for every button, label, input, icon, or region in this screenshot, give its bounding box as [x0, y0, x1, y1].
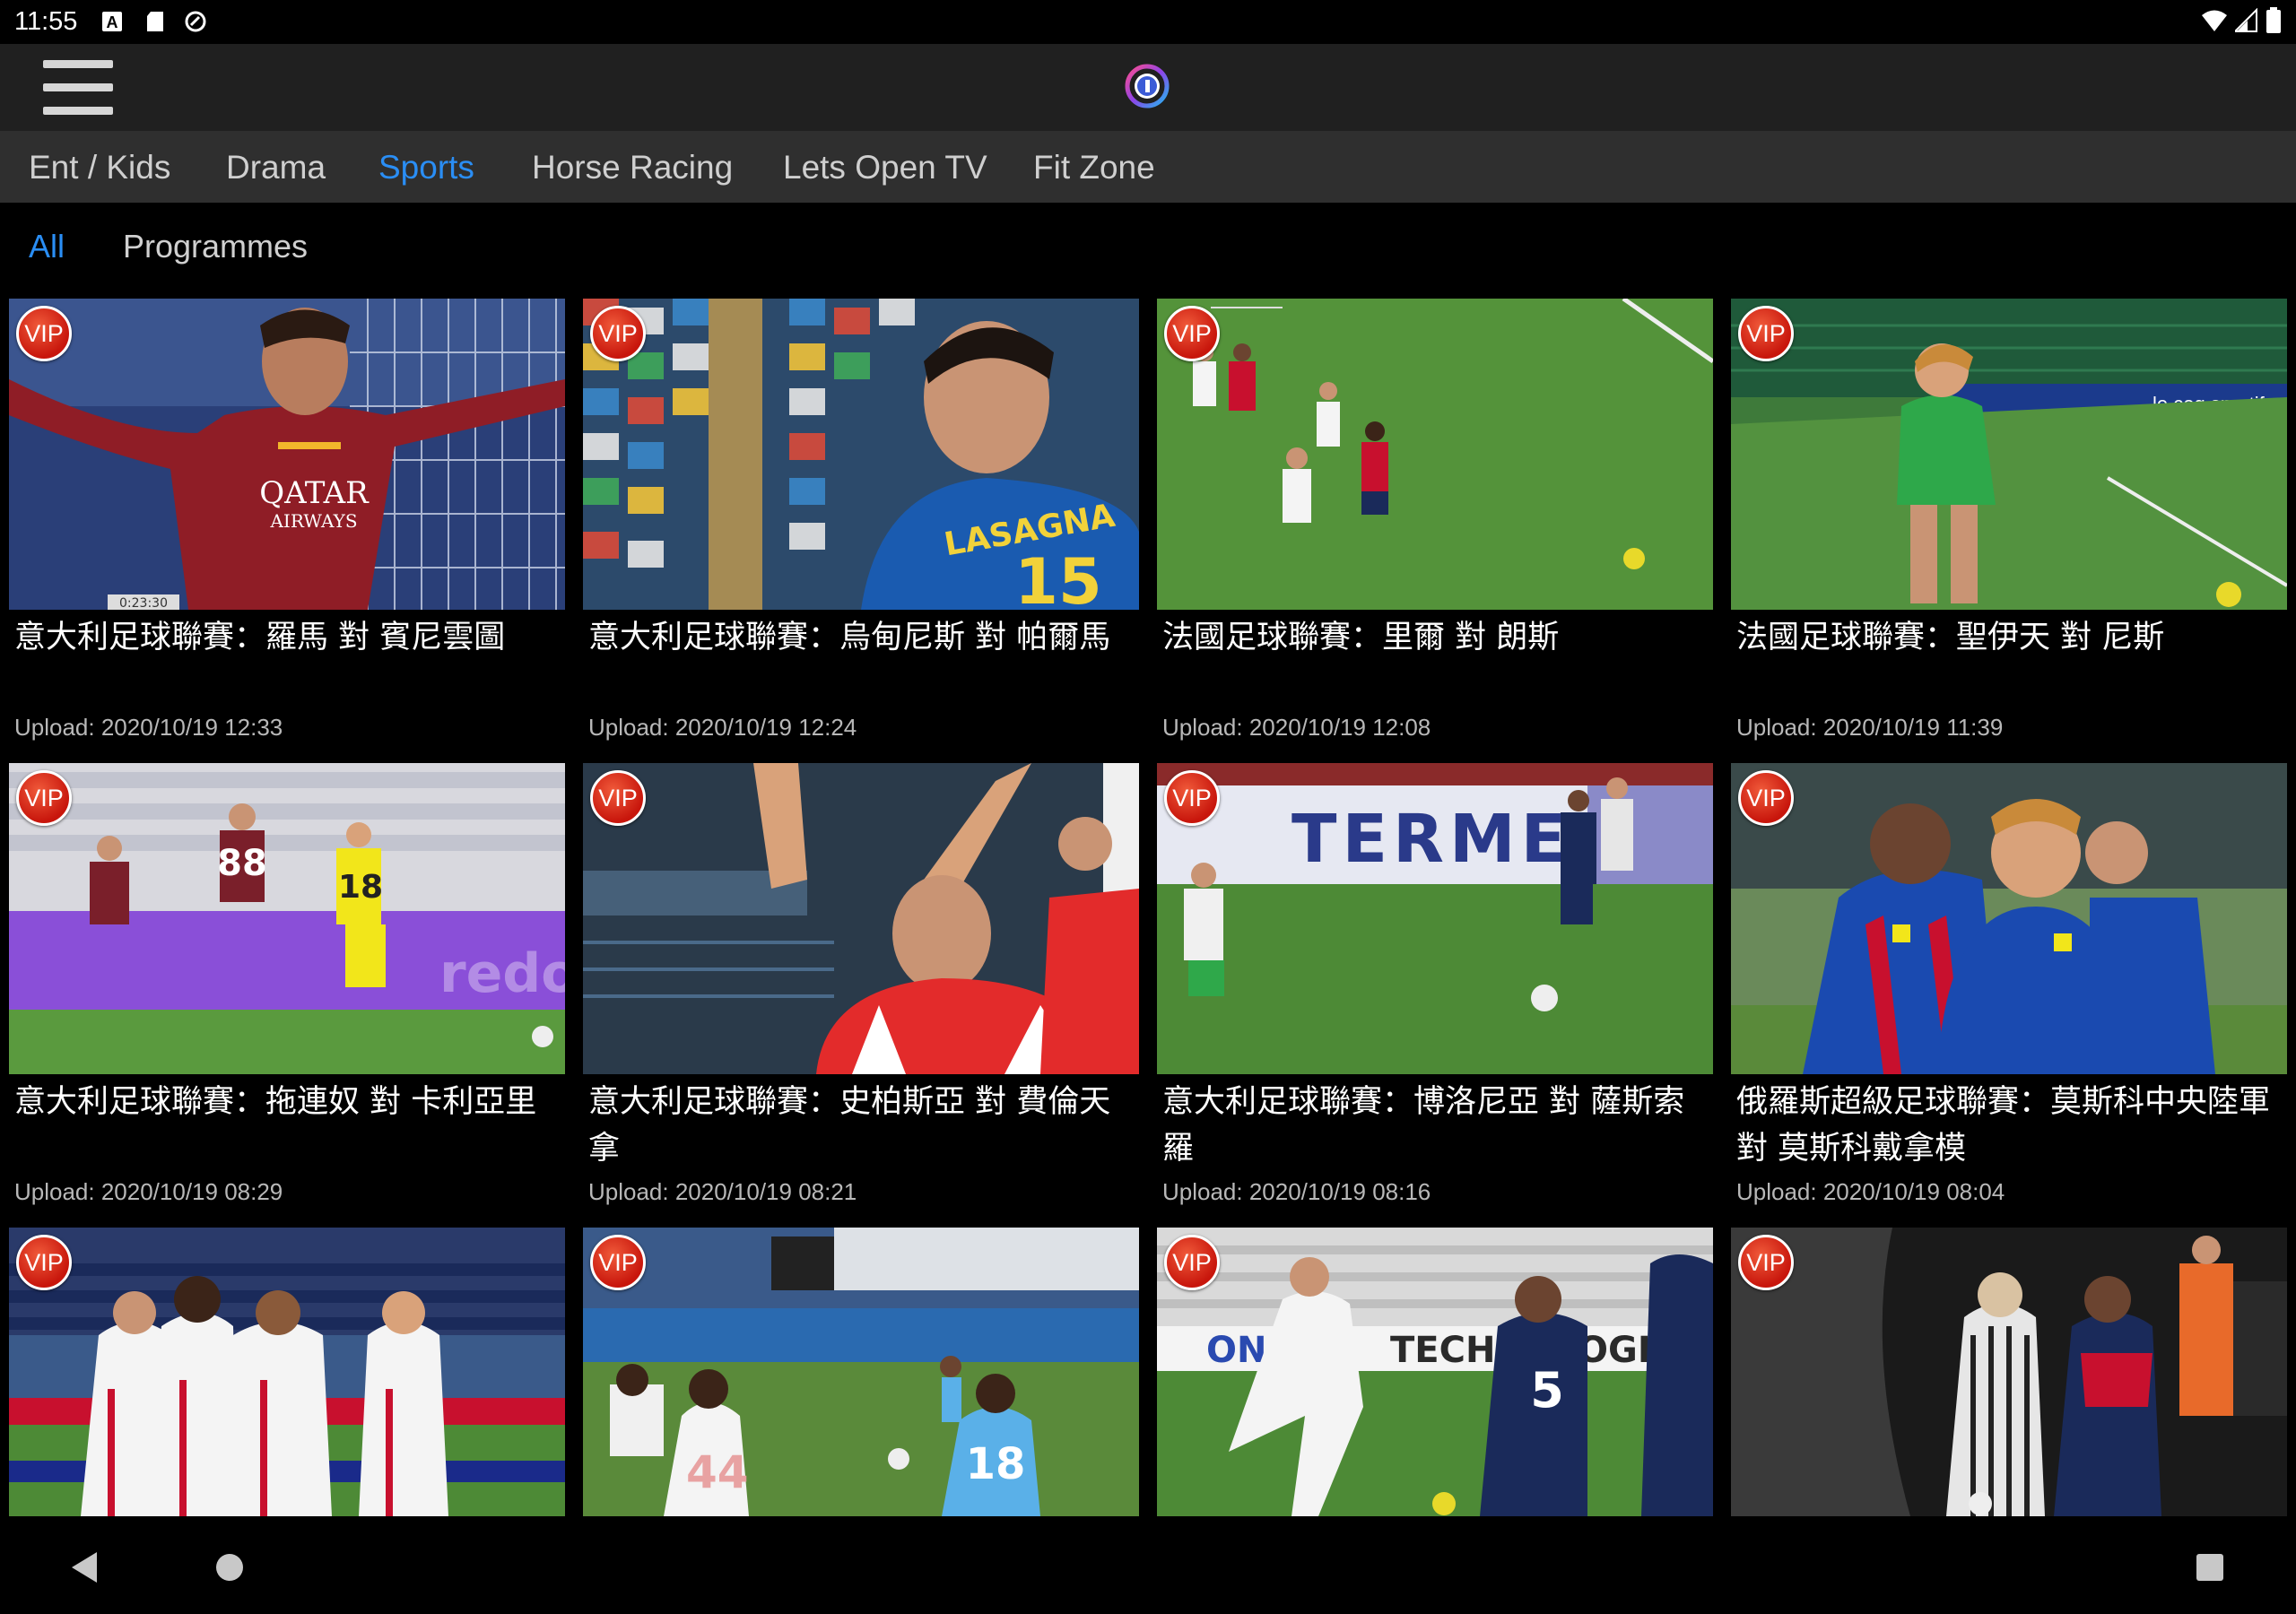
video-thumbnail[interactable]: QATAR AIRWAYS 0:23:30 VIP [9, 299, 565, 610]
vip-badge: VIP [590, 306, 646, 361]
video-card[interactable]: le coq sportif VIP 法國足球聯賽：聖伊天 對 尼斯 Uploa… [1731, 299, 2287, 747]
video-title[interactable]: 俄羅斯超級足球聯賽：莫斯科中央陸軍 對 莫斯科戴拿模 [1736, 1079, 2285, 1172]
svg-text:88: 88 [217, 843, 267, 884]
upload-date: Upload: 2020/10/19 12:33 [14, 714, 283, 741]
tab-drama[interactable]: Drama [226, 149, 326, 187]
video-thumbnail[interactable]: VIP [1157, 299, 1713, 610]
vip-badge: VIP [16, 306, 72, 361]
sync-icon [185, 11, 206, 32]
hamburger-menu-icon[interactable] [43, 60, 113, 116]
app-bar [0, 44, 2296, 131]
subtab-programmes[interactable]: Programmes [123, 228, 308, 265]
svg-text:18: 18 [966, 1439, 1026, 1489]
tab-fit-zone[interactable]: Fit Zone [1033, 149, 1155, 187]
upload-date: Upload: 2020/10/19 12:24 [588, 714, 857, 741]
video-thumbnail[interactable]: VIP [1731, 1228, 2287, 1516]
upload-date: Upload: 2020/10/19 11:39 [1736, 714, 2004, 741]
svg-text:5: 5 [1530, 1362, 1564, 1419]
vip-badge: VIP [1738, 770, 1794, 826]
app-logo-icon [1125, 64, 1170, 108]
wifi-icon [2202, 10, 2227, 31]
video-thumbnail[interactable]: le coq sportif VIP [1731, 299, 2287, 610]
back-icon[interactable] [72, 1552, 97, 1583]
home-icon[interactable] [216, 1554, 243, 1581]
vip-badge: VIP [1164, 1235, 1220, 1290]
system-nav-bar [0, 1522, 2296, 1614]
video-card[interactable]: redo 88 18 VIP 意大利足球聯賽：拖連奴 對 卡利亞里 Upload… [9, 763, 565, 1211]
svg-text:TERME: TERME [1292, 801, 1571, 878]
upload-date: Upload: 2020/10/19 12:08 [1162, 714, 1431, 741]
recents-icon[interactable] [2196, 1554, 2223, 1581]
upload-date: Upload: 2020/10/19 08:29 [14, 1178, 283, 1205]
tab-horse-racing[interactable]: Horse Racing [532, 149, 733, 187]
video-thumbnail[interactable]: LASAGNA 15 VIP [583, 299, 1139, 610]
vip-badge: VIP [1738, 1235, 1794, 1290]
vip-badge: VIP [1738, 306, 1794, 361]
video-card[interactable]: VIP 法國足球聯賽：里爾 對 朗斯 Upload: 2020/10/19 12… [1157, 299, 1713, 747]
vip-badge: VIP [590, 1235, 646, 1290]
battery-icon [2266, 7, 2281, 33]
video-thumbnail[interactable]: 44 18 VIP [583, 1228, 1139, 1516]
video-title[interactable]: 意大利足球聯賽：羅馬 對 賓尼雲圖 [14, 614, 563, 661]
video-title[interactable]: 法國足球聯賽：里爾 對 朗斯 [1162, 614, 1711, 661]
svg-text:15: 15 [1014, 545, 1101, 610]
video-card[interactable]: TERME VIP 意大利足球聯賽：博洛尼亞 對 薩斯索羅 Upload: 20… [1157, 763, 1713, 1211]
video-thumbnail[interactable]: TERME VIP [1157, 763, 1713, 1074]
vip-badge: VIP [1164, 770, 1220, 826]
vip-badge: VIP [16, 1235, 72, 1290]
video-thumbnail[interactable]: VIP [1731, 763, 2287, 1074]
video-timestamp: 0:23:30 [119, 596, 168, 610]
video-title[interactable]: 意大利足球聯賽：博洛尼亞 對 薩斯索羅 [1162, 1079, 1711, 1172]
svg-text:AIRWAYS: AIRWAYS [269, 510, 357, 532]
category-tab-bar: Ent / Kids Drama Sports Horse Racing Let… [0, 131, 2296, 203]
video-title[interactable]: 意大利足球聯賽：拖連奴 對 卡利亞里 [14, 1079, 563, 1125]
svg-text:44: 44 [686, 1446, 749, 1498]
upload-date: Upload: 2020/10/19 08:21 [588, 1178, 857, 1205]
svg-text:A: A [107, 13, 118, 31]
video-thumbnail[interactable]: ONET TECHNOLOGIES 5 VIP [1157, 1228, 1713, 1516]
status-bar: 11:55 A [0, 0, 2296, 44]
video-title[interactable]: 意大利足球聯賽：烏甸尼斯 對 帕爾馬 [588, 614, 1137, 661]
video-thumbnail[interactable]: VIP [9, 1228, 565, 1516]
svg-text:redo: redo [439, 942, 565, 1005]
video-card[interactable]: VIP 意大利足球聯賽：史柏斯亞 對 費倫天拿 Upload: 2020/10/… [583, 763, 1139, 1211]
tab-sports[interactable]: Sports [378, 149, 474, 187]
video-card[interactable]: VIP 俄羅斯超級足球聯賽：莫斯科中央陸軍 對 莫斯科戴拿模 Upload: 2… [1731, 763, 2287, 1211]
vip-badge: VIP [1164, 306, 1220, 361]
status-time: 11:55 [14, 7, 78, 36]
sub-tab-bar: All Programmes [0, 203, 2296, 292]
video-card[interactable]: QATAR AIRWAYS 0:23:30 VIP 意大利足球聯賽：羅馬 對 賓… [9, 299, 565, 747]
video-thumbnail[interactable]: VIP [583, 763, 1139, 1074]
tab-ent-kids[interactable]: Ent / Kids [29, 149, 170, 187]
a-badge-icon: A [102, 12, 122, 31]
sd-card-icon [147, 12, 163, 31]
video-card[interactable]: LASAGNA 15 VIP 意大利足球聯賽：烏甸尼斯 對 帕爾馬 Upload… [583, 299, 1139, 747]
svg-text:18: 18 [338, 869, 383, 906]
upload-date: Upload: 2020/10/19 08:04 [1736, 1178, 2005, 1205]
subtab-all[interactable]: All [29, 228, 65, 265]
upload-date: Upload: 2020/10/19 08:16 [1162, 1178, 1431, 1205]
signal-icon [2235, 8, 2257, 32]
vip-badge: VIP [590, 770, 646, 826]
video-thumbnail[interactable]: redo 88 18 VIP [9, 763, 565, 1074]
svg-text:QATAR: QATAR [259, 475, 370, 511]
tab-lets-open-tv[interactable]: Lets Open TV [783, 149, 987, 187]
video-title[interactable]: 意大利足球聯賽：史柏斯亞 對 費倫天拿 [588, 1079, 1137, 1172]
vip-badge: VIP [16, 770, 72, 826]
video-title[interactable]: 法國足球聯賽：聖伊天 對 尼斯 [1736, 614, 2285, 661]
